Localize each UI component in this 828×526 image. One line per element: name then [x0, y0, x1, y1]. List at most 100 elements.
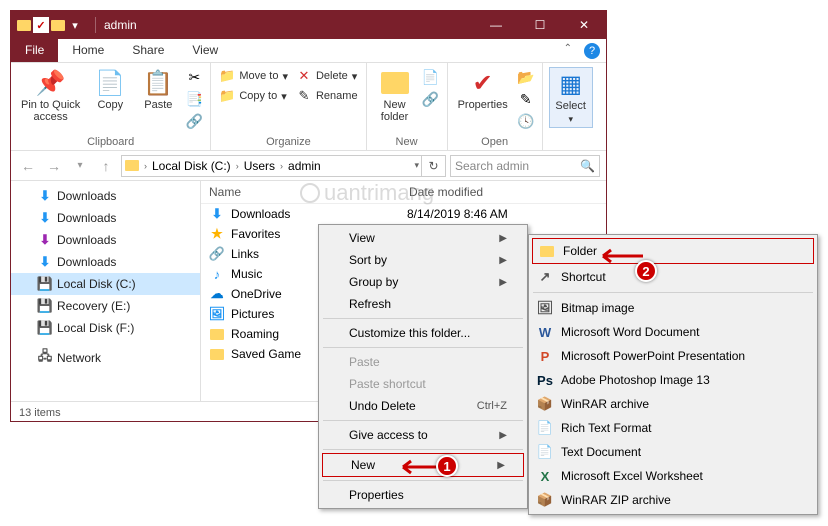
download-icon: ⬇ — [209, 206, 225, 222]
group-label: Organize — [266, 134, 311, 148]
tree-item[interactable]: ⬇ Downloads — [11, 207, 200, 229]
recent-dropdown[interactable]: ▾ — [69, 155, 91, 177]
menu-label: Bitmap image — [561, 301, 634, 315]
folder-icon — [539, 243, 555, 259]
delete-button[interactable]: ✕Delete ▾ — [294, 67, 360, 85]
minimize-button[interactable]: — — [474, 11, 518, 39]
label: Properties — [458, 99, 508, 111]
drive-icon[interactable] — [122, 156, 142, 176]
new-item-icon[interactable]: 📄 — [421, 67, 441, 87]
tree-item[interactable]: ⬇ Downloads — [11, 251, 200, 273]
tree-item[interactable]: 💾 Recovery (E:) — [11, 295, 200, 317]
chevron-right-icon[interactable]: › — [278, 161, 285, 171]
new-submenu[interactable]: Folder ↗ Shortcut 🖼 Bitmap image W Micro… — [528, 234, 818, 515]
menu-item[interactable]: 📦 WinRAR archive — [531, 392, 815, 416]
chevron-right-icon[interactable]: › — [234, 161, 241, 171]
txt-icon: 📄 — [537, 444, 553, 460]
menu-item[interactable]: Group by ▶ — [321, 271, 525, 293]
tab-home[interactable]: Home — [58, 39, 118, 62]
maximize-button[interactable]: ☐ — [518, 11, 562, 39]
menu-item[interactable]: ↗ Shortcut — [531, 265, 815, 289]
menu-item[interactable]: Paste shortcut — [321, 373, 525, 395]
label: Copy — [97, 99, 123, 111]
menu-item[interactable]: Refresh — [321, 293, 525, 315]
tree-item[interactable]: 🖧 Network — [11, 347, 200, 369]
menu-item[interactable]: New ▶ — [322, 453, 524, 477]
pin-to-quick-access-button[interactable]: 📌 Pin to Quick access — [17, 67, 84, 125]
menu-item[interactable]: Ps Adobe Photoshop Image 13 — [531, 368, 815, 392]
breadcrumb[interactable]: Local Disk (C:) — [149, 156, 234, 176]
menu-item[interactable]: 📄 Rich Text Format — [531, 416, 815, 440]
menu-item[interactable]: 🖼 Bitmap image — [531, 296, 815, 320]
titlebar[interactable]: ✓ ▾ admin — ☐ ✕ — [11, 11, 606, 39]
dropdown-icon[interactable]: ▾ — [412, 160, 421, 171]
breadcrumb[interactable]: Users — [241, 156, 278, 176]
close-button[interactable]: ✕ — [562, 11, 606, 39]
menu-item[interactable]: 📄 Text Document — [531, 440, 815, 464]
tab-view[interactable]: View — [178, 39, 232, 62]
open-icon[interactable]: 📂 — [516, 67, 536, 87]
back-button[interactable]: ← — [17, 155, 39, 177]
column-headers[interactable]: Name Date modified — [201, 181, 606, 204]
group-label: New — [396, 134, 418, 148]
menu-item[interactable]: Customize this folder... — [321, 322, 525, 344]
tree-item[interactable]: 💾 Local Disk (F:) — [11, 317, 200, 339]
easy-access-icon[interactable]: 🔗 — [421, 89, 441, 109]
menu-item[interactable]: P Microsoft PowerPoint Presentation — [531, 344, 815, 368]
copy-button[interactable]: 📄 Copy — [88, 67, 132, 113]
menu-item[interactable]: 📦 WinRAR ZIP archive — [531, 488, 815, 512]
clipboard-extras: ✂ 📑 🔗 — [184, 67, 204, 131]
menu-item[interactable]: Give access to ▶ — [321, 424, 525, 446]
paste-button[interactable]: 📋 Paste — [136, 67, 180, 113]
nav-tree[interactable]: ⬇ Downloads ⬇ Downloads ⬇ Downloads ⬇ Do… — [11, 181, 201, 401]
context-menu[interactable]: View ▶ Sort by ▶ Group by ▶ Refresh Cust… — [318, 224, 528, 509]
menu-item[interactable]: Properties — [321, 484, 525, 506]
dropdown-icon[interactable]: ▾ — [67, 17, 83, 33]
new-folder-button[interactable]: New folder — [373, 67, 417, 125]
forward-button[interactable]: → — [43, 155, 65, 177]
move-to-button[interactable]: 📁Move to ▾ — [217, 67, 290, 85]
menu-item[interactable]: Sort by ▶ — [321, 249, 525, 271]
help-icon[interactable]: ? — [584, 43, 600, 59]
edit-icon[interactable]: ✎ — [516, 89, 536, 109]
menu-item[interactable]: X Microsoft Excel Worksheet — [531, 464, 815, 488]
open-extras: 📂 ✎ 🕓 — [516, 67, 536, 131]
copy-to-button[interactable]: 📁Copy to ▾ — [217, 87, 290, 105]
address-bar[interactable]: › Local Disk (C:) › Users › admin ▾ ↻ — [121, 155, 446, 177]
breadcrumb[interactable]: admin — [285, 156, 324, 176]
bmp-icon: 🖼 — [537, 300, 553, 316]
menu-item[interactable]: W Microsoft Word Document — [531, 320, 815, 344]
pin-icon: 📌 — [37, 69, 65, 97]
tree-item[interactable]: ⬇ Downloads — [11, 229, 200, 251]
properties-button[interactable]: ✔ Properties — [454, 67, 512, 113]
move-icon: 📁 — [219, 68, 235, 84]
collapse-ribbon-icon[interactable]: ⌃ — [558, 39, 578, 62]
chevron-right-icon[interactable]: › — [142, 161, 149, 171]
paste-shortcut-icon[interactable]: 🔗 — [184, 111, 204, 131]
col-date[interactable]: Date modified — [401, 181, 606, 203]
refresh-button[interactable]: ↻ — [421, 156, 445, 176]
history-icon[interactable]: 🕓 — [516, 111, 536, 131]
tab-file[interactable]: File — [11, 39, 58, 62]
copy-path-icon[interactable]: 📑 — [184, 89, 204, 109]
search-input[interactable]: Search admin 🔍 — [450, 155, 600, 177]
select-button[interactable]: ▦ Select ▾ — [549, 67, 593, 128]
cut-icon[interactable]: ✂ — [184, 67, 204, 87]
ppt-icon: P — [537, 348, 553, 364]
quick-access-toolbar: ✓ ▾ — [11, 17, 89, 33]
menu-item[interactable]: Folder — [532, 238, 814, 264]
rename-button[interactable]: ✎Rename — [294, 87, 360, 105]
chevron-right-icon: ▶ — [499, 430, 507, 441]
file-row[interactable]: ⬇ Downloads 8/14/2019 8:46 AM — [201, 204, 606, 224]
tree-item[interactable]: 💾 Local Disk (C:) — [11, 273, 200, 295]
folder-icon — [209, 346, 225, 362]
checkbox-icon[interactable]: ✓ — [33, 17, 49, 33]
up-button[interactable]: ↑ — [95, 155, 117, 177]
col-name[interactable]: Name — [201, 181, 401, 203]
menu-item[interactable]: View ▶ — [321, 227, 525, 249]
word-icon: W — [537, 324, 553, 340]
menu-item[interactable]: Undo Delete Ctrl+Z — [321, 395, 525, 417]
menu-item[interactable]: Paste — [321, 351, 525, 373]
tree-item[interactable]: ⬇ Downloads — [11, 185, 200, 207]
tab-share[interactable]: Share — [118, 39, 178, 62]
